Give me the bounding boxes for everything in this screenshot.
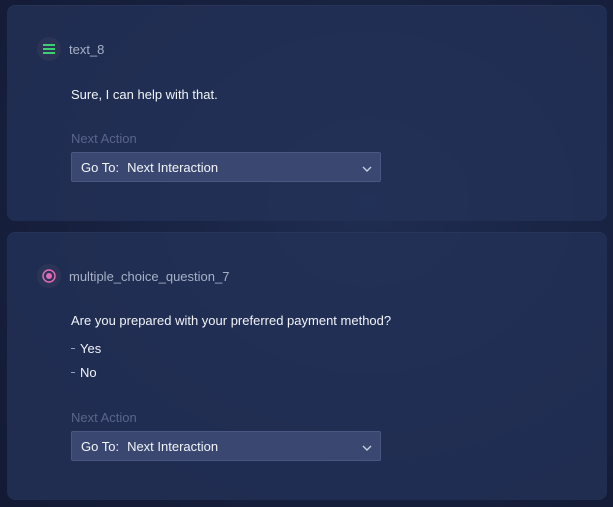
option-label: No: [80, 365, 97, 380]
text-card: text_8 Sure, I can help with that. Next …: [7, 5, 607, 221]
select-value: Next Interaction: [127, 159, 219, 175]
option-item: No: [71, 365, 97, 380]
select-value: Next Interaction: [127, 438, 219, 454]
card-name: multiple_choice_question_7: [69, 268, 230, 284]
select-prefix: Go To:: [81, 438, 120, 454]
next-action-select[interactable]: Go To: Next Interaction: [71, 431, 381, 461]
text-card-header: text_8: [37, 37, 104, 61]
question-text: Are you prepared with your preferred pay…: [71, 313, 392, 328]
chevron-down-icon: [362, 162, 372, 177]
select-prefix: Go To:: [81, 159, 120, 175]
next-action-label: Next Action: [71, 131, 137, 146]
message-text: Sure, I can help with that.: [71, 87, 218, 102]
multiple-choice-card: multiple_choice_question_7 Are you prepa…: [7, 232, 607, 500]
text-lines-icon: [37, 37, 61, 61]
bullet-icon: [71, 348, 75, 349]
option-label: Yes: [80, 341, 102, 356]
card-name: text_8: [69, 41, 105, 57]
mcq-card-header: multiple_choice_question_7: [37, 264, 229, 288]
next-action-select[interactable]: Go To: Next Interaction: [71, 152, 381, 182]
radio-icon: [37, 264, 61, 288]
next-action-label: Next Action: [71, 410, 137, 425]
option-item: Yes: [71, 341, 101, 356]
chevron-down-icon: [362, 441, 372, 456]
bullet-icon: [71, 372, 75, 373]
